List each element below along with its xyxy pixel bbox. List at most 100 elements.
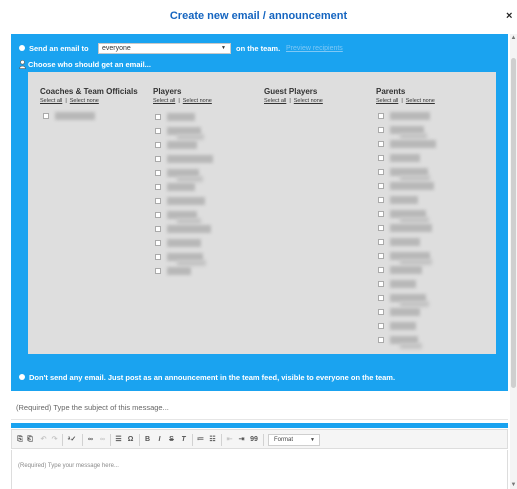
redo-icon[interactable]: ↷ <box>50 435 59 445</box>
group-select-links-guest-players: Select all | Select none <box>264 98 323 104</box>
paste-text-icon[interactable]: ⎗ <box>26 435 34 445</box>
member-checkbox[interactable] <box>155 226 161 232</box>
horizontal-line-icon[interactable]: ☰ <box>114 435 123 445</box>
member-name-redacted <box>390 182 434 190</box>
member-name-redacted <box>390 112 430 120</box>
member-name-redacted <box>390 266 422 274</box>
member-name-redacted <box>167 239 201 247</box>
member-checkbox[interactable] <box>378 127 384 133</box>
chevron-down-icon: ▼ <box>310 437 315 443</box>
special-char-icon[interactable]: Ω <box>126 435 135 445</box>
outdent-icon[interactable]: ⇤ <box>225 435 234 445</box>
member-name-redacted <box>390 140 436 148</box>
select-all-coaches[interactable]: Select all <box>40 98 62 104</box>
member-detail-redacted <box>400 175 430 181</box>
announcement-only-radio[interactable] <box>19 374 25 380</box>
member-checkbox[interactable] <box>155 156 161 162</box>
group-select-links-parents: Select all | Select none <box>376 98 435 104</box>
member-checkbox[interactable] <box>378 183 384 189</box>
italic-icon[interactable]: I <box>155 435 164 445</box>
member-checkbox[interactable] <box>155 240 161 246</box>
member-checkbox[interactable] <box>155 114 161 120</box>
member-checkbox[interactable] <box>378 211 384 217</box>
member-checkbox[interactable] <box>378 309 384 315</box>
member-checkbox[interactable] <box>378 113 384 119</box>
member-checkbox[interactable] <box>378 197 384 203</box>
select-none-players[interactable]: Select none <box>183 98 212 104</box>
member-name-redacted <box>167 141 197 149</box>
bold-icon[interactable]: B <box>143 435 152 445</box>
member-name-redacted <box>390 280 416 288</box>
member-checkbox[interactable] <box>155 184 161 190</box>
unlink-icon[interactable]: ∞ <box>98 435 107 445</box>
recipients-dropdown-value: everyone <box>102 45 131 52</box>
member-name-redacted <box>167 225 211 233</box>
send-email-radio[interactable] <box>19 45 25 51</box>
member-checkbox[interactable] <box>43 113 49 119</box>
recipients-dropdown[interactable]: everyone ▼ <box>98 43 231 54</box>
member-checkbox[interactable] <box>378 239 384 245</box>
select-all-guest-players[interactable]: Select all <box>264 98 286 104</box>
undo-icon[interactable]: ↶ <box>39 435 48 445</box>
member-checkbox[interactable] <box>155 254 161 260</box>
link-icon[interactable]: ∞ <box>86 435 95 445</box>
member-name-redacted <box>167 113 195 121</box>
paste-icon[interactable]: ⎘ <box>16 435 24 445</box>
member-checkbox[interactable] <box>378 295 384 301</box>
member-checkbox[interactable] <box>155 170 161 176</box>
group-heading-guest-players: Guest Players <box>264 87 318 96</box>
tb-sep-4 <box>139 434 140 446</box>
subject-input[interactable]: (Required) Type the subject of this mess… <box>11 398 508 420</box>
bulleted-list-icon[interactable]: ☷ <box>208 435 217 445</box>
scroll-down-icon[interactable]: ▼ <box>510 481 517 489</box>
select-all-parents[interactable]: Select all <box>376 98 398 104</box>
member-checkbox[interactable] <box>155 128 161 134</box>
member-checkbox[interactable] <box>155 142 161 148</box>
preview-recipients-link[interactable]: Preview recipients <box>286 45 343 52</box>
member-name-redacted <box>167 197 205 205</box>
member-checkbox[interactable] <box>378 155 384 161</box>
member-checkbox[interactable] <box>155 268 161 274</box>
select-none-coaches[interactable]: Select none <box>70 98 99 104</box>
group-heading-coaches: Coaches & Team Officials <box>40 87 138 96</box>
tb-sep-6 <box>221 434 222 446</box>
strikethrough-icon[interactable]: S <box>167 435 176 445</box>
member-checkbox[interactable] <box>378 337 384 343</box>
member-name-redacted <box>390 154 420 162</box>
scroll-thumb[interactable] <box>511 58 516 388</box>
member-checkbox[interactable] <box>378 267 384 273</box>
numbered-list-icon[interactable]: ≔ <box>196 435 205 445</box>
message-body-editor[interactable]: (Required) Type your message here... <box>11 450 508 489</box>
member-checkbox[interactable] <box>378 253 384 259</box>
close-button[interactable]: × <box>506 10 512 22</box>
indent-icon[interactable]: ⇥ <box>237 435 246 445</box>
member-detail-redacted <box>400 133 427 139</box>
spellcheck-icon[interactable]: ᵃ✓ <box>66 435 78 445</box>
format-dropdown[interactable]: Format ▼ <box>268 434 320 446</box>
member-checkbox[interactable] <box>378 169 384 175</box>
member-checkbox[interactable] <box>155 212 161 218</box>
member-detail-redacted <box>400 259 432 265</box>
member-detail-redacted <box>177 260 206 266</box>
scroll-up-icon[interactable]: ▲ <box>510 34 517 42</box>
choose-recipients-link[interactable]: Choose who should get an email... <box>28 60 151 69</box>
dialog-scrollbar[interactable]: ▲ ▼ <box>510 34 517 489</box>
remove-format-icon[interactable]: T <box>179 435 188 445</box>
member-checkbox[interactable] <box>378 141 384 147</box>
member-name-redacted <box>167 267 191 275</box>
member-detail-redacted <box>177 134 204 140</box>
blockquote-icon[interactable]: 99 <box>249 435 259 445</box>
member-name-redacted <box>167 183 195 191</box>
dialog-title: Create new email / announcement <box>169 10 348 22</box>
select-none-parents[interactable]: Select none <box>406 98 435 104</box>
member-checkbox[interactable] <box>378 323 384 329</box>
group-select-links-players: Select all | Select none <box>153 98 212 104</box>
chevron-down-icon: ▼ <box>221 45 226 51</box>
member-checkbox[interactable] <box>378 225 384 231</box>
member-checkbox[interactable] <box>378 281 384 287</box>
select-none-guest-players[interactable]: Select none <box>294 98 323 104</box>
select-all-players[interactable]: Select all <box>153 98 175 104</box>
format-dropdown-value: Format <box>274 437 294 443</box>
member-checkbox[interactable] <box>155 198 161 204</box>
member-name-redacted <box>390 224 432 232</box>
